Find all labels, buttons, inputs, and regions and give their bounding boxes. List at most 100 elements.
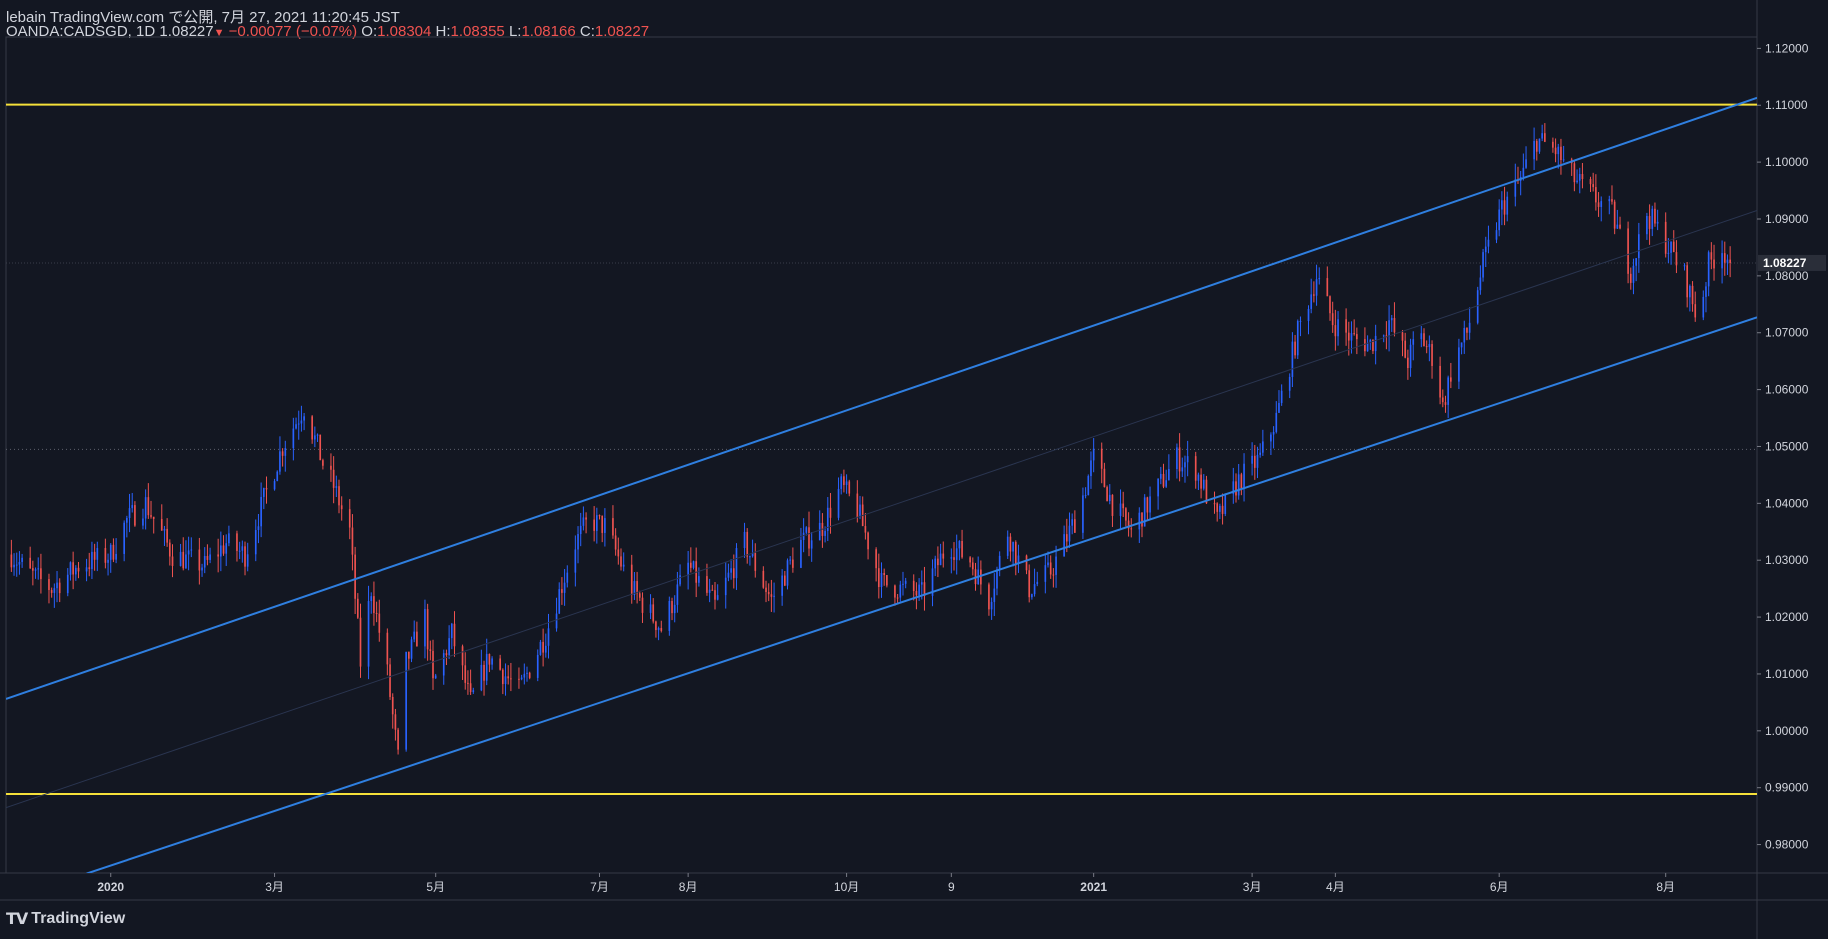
- candle-body: [262, 488, 265, 497]
- candle-body: [840, 476, 843, 489]
- candle-body: [260, 496, 262, 527]
- candle-body: [1162, 473, 1165, 487]
- candle-body: [558, 589, 561, 614]
- candle-body: [993, 588, 996, 602]
- candle-body: [649, 604, 652, 613]
- candle-body: [668, 600, 671, 631]
- tradingview-brand[interactable]: 𝗧𝗩 TradingView: [6, 909, 125, 929]
- candle-body: [899, 584, 902, 598]
- candle-body: [1450, 377, 1452, 382]
- candle-body: [510, 678, 512, 680]
- candle-body: [1629, 273, 1632, 283]
- candle-body: [1310, 294, 1313, 309]
- last-price-tag-label: 1.08227: [1763, 256, 1807, 270]
- candle-body: [424, 609, 426, 647]
- candle-body: [1501, 200, 1503, 210]
- plot-frame: [5, 36, 1758, 874]
- y-tick-label: 1.04000: [1765, 496, 1809, 510]
- candle-body: [203, 555, 206, 568]
- candle-body: [1463, 327, 1466, 343]
- candle-body: [448, 638, 450, 656]
- candle-body: [636, 581, 638, 594]
- candle-body: [577, 534, 579, 550]
- candle-body: [1165, 480, 1168, 487]
- candle-body: [359, 617, 362, 667]
- candle-body: [902, 583, 904, 585]
- candle-body: [1315, 279, 1318, 296]
- candle-body: [1552, 141, 1554, 148]
- candle-body: [300, 420, 303, 424]
- candle-body: [1243, 463, 1245, 489]
- candle-body: [502, 669, 504, 685]
- candle-body: [864, 526, 867, 533]
- candle-body: [620, 556, 622, 567]
- candle-body: [749, 556, 751, 558]
- candle-body: [536, 654, 539, 678]
- candle-body: [238, 550, 241, 552]
- candle-body: [848, 481, 851, 494]
- candle-body: [69, 562, 72, 575]
- candle-body: [480, 664, 483, 691]
- candle-body: [348, 509, 351, 528]
- candle-body: [912, 580, 915, 592]
- candle-body: [1353, 333, 1355, 335]
- candle-body: [1694, 304, 1697, 318]
- candle-body: [1705, 286, 1707, 297]
- candle-body: [743, 531, 746, 549]
- candle-body: [1654, 208, 1656, 224]
- candle-body: [950, 557, 953, 559]
- candle-body: [1646, 216, 1648, 235]
- candle-body: [595, 515, 598, 531]
- candle-body: [622, 564, 625, 567]
- candle-body: [1296, 321, 1299, 356]
- candle-body: [601, 515, 604, 533]
- candle-body: [1033, 584, 1036, 595]
- channel-line-mid: [6, 209, 1757, 809]
- candle-body: [1106, 487, 1108, 502]
- candle-body: [391, 696, 394, 715]
- candle-body: [937, 558, 939, 566]
- candle-body: [542, 641, 544, 653]
- candle-body: [1074, 519, 1076, 533]
- candle-body: [1221, 505, 1224, 514]
- candle-body: [405, 651, 407, 750]
- candle-body: [179, 551, 182, 566]
- candle-body: [1608, 199, 1611, 202]
- y-tick-label: 1.03000: [1765, 553, 1809, 567]
- candle-body: [1441, 397, 1444, 403]
- x-tick-label: 5月: [426, 880, 445, 894]
- candle-body: [1280, 390, 1283, 403]
- candle-body: [50, 590, 53, 593]
- candle-body: [316, 434, 319, 436]
- candle-body: [1431, 344, 1433, 366]
- candle-body: [1595, 187, 1597, 203]
- candle-body: [735, 548, 738, 579]
- candle-body: [491, 658, 493, 665]
- candle-body: [689, 562, 692, 568]
- candle-body: [520, 677, 523, 680]
- candle-body: [676, 584, 679, 605]
- candle-body: [311, 416, 313, 440]
- price-chart[interactable]: 1.12000 1.11000 1.10000 1.09000 1.08000 1.070…: [0, 0, 1828, 939]
- candle-body: [1425, 346, 1428, 348]
- candle-body: [10, 554, 13, 568]
- candle-body: [1103, 468, 1106, 488]
- candle-body: [1149, 496, 1151, 513]
- candle-body: [996, 569, 998, 589]
- candle-body: [507, 676, 510, 679]
- candle-body: [367, 601, 370, 667]
- candle-body: [1084, 495, 1087, 497]
- candle-body: [604, 518, 606, 533]
- candle-body: [1487, 239, 1490, 247]
- candle-body: [528, 672, 531, 678]
- candle-body: [1689, 285, 1691, 298]
- candle-body: [1326, 278, 1329, 297]
- candle-body: [254, 530, 257, 555]
- candle-body: [767, 591, 770, 595]
- candle-body: [1347, 332, 1350, 341]
- y-tick-label: 1.09000: [1765, 212, 1809, 226]
- candle-body: [1009, 536, 1012, 552]
- x-tick-label: 8月: [1656, 880, 1675, 894]
- candle-body: [526, 672, 528, 674]
- candle-body: [1197, 474, 1200, 481]
